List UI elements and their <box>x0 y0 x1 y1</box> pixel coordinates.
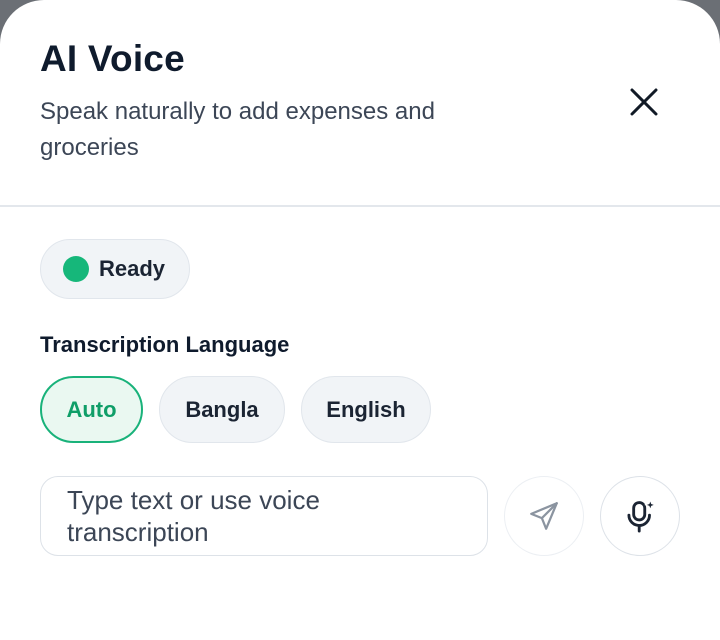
mic-sparkle-icon <box>627 498 657 533</box>
send-button[interactable] <box>504 476 584 556</box>
transcription-text-input[interactable]: Type text or use voice transcription <box>40 476 488 556</box>
dialog-title: AI Voice <box>40 38 185 79</box>
language-option-english[interactable]: English <box>301 376 431 443</box>
language-option-auto[interactable]: Auto <box>40 376 143 443</box>
dialog-subtitle: Speak naturally to add expenses and groc… <box>40 98 435 161</box>
header-divider <box>0 205 720 207</box>
voice-record-button[interactable] <box>600 476 680 556</box>
ai-voice-sheet: AI Voice Speak naturally to add expenses… <box>0 0 720 640</box>
close-button[interactable] <box>618 76 670 128</box>
language-option-bangla[interactable]: Bangla <box>159 376 285 443</box>
status-label: Ready <box>99 256 166 281</box>
close-icon <box>630 88 658 116</box>
transcription-language-label: Transcription Language <box>40 332 290 357</box>
send-icon <box>530 502 558 530</box>
status-badge: Ready <box>40 239 190 299</box>
status-dot-icon <box>63 256 89 282</box>
